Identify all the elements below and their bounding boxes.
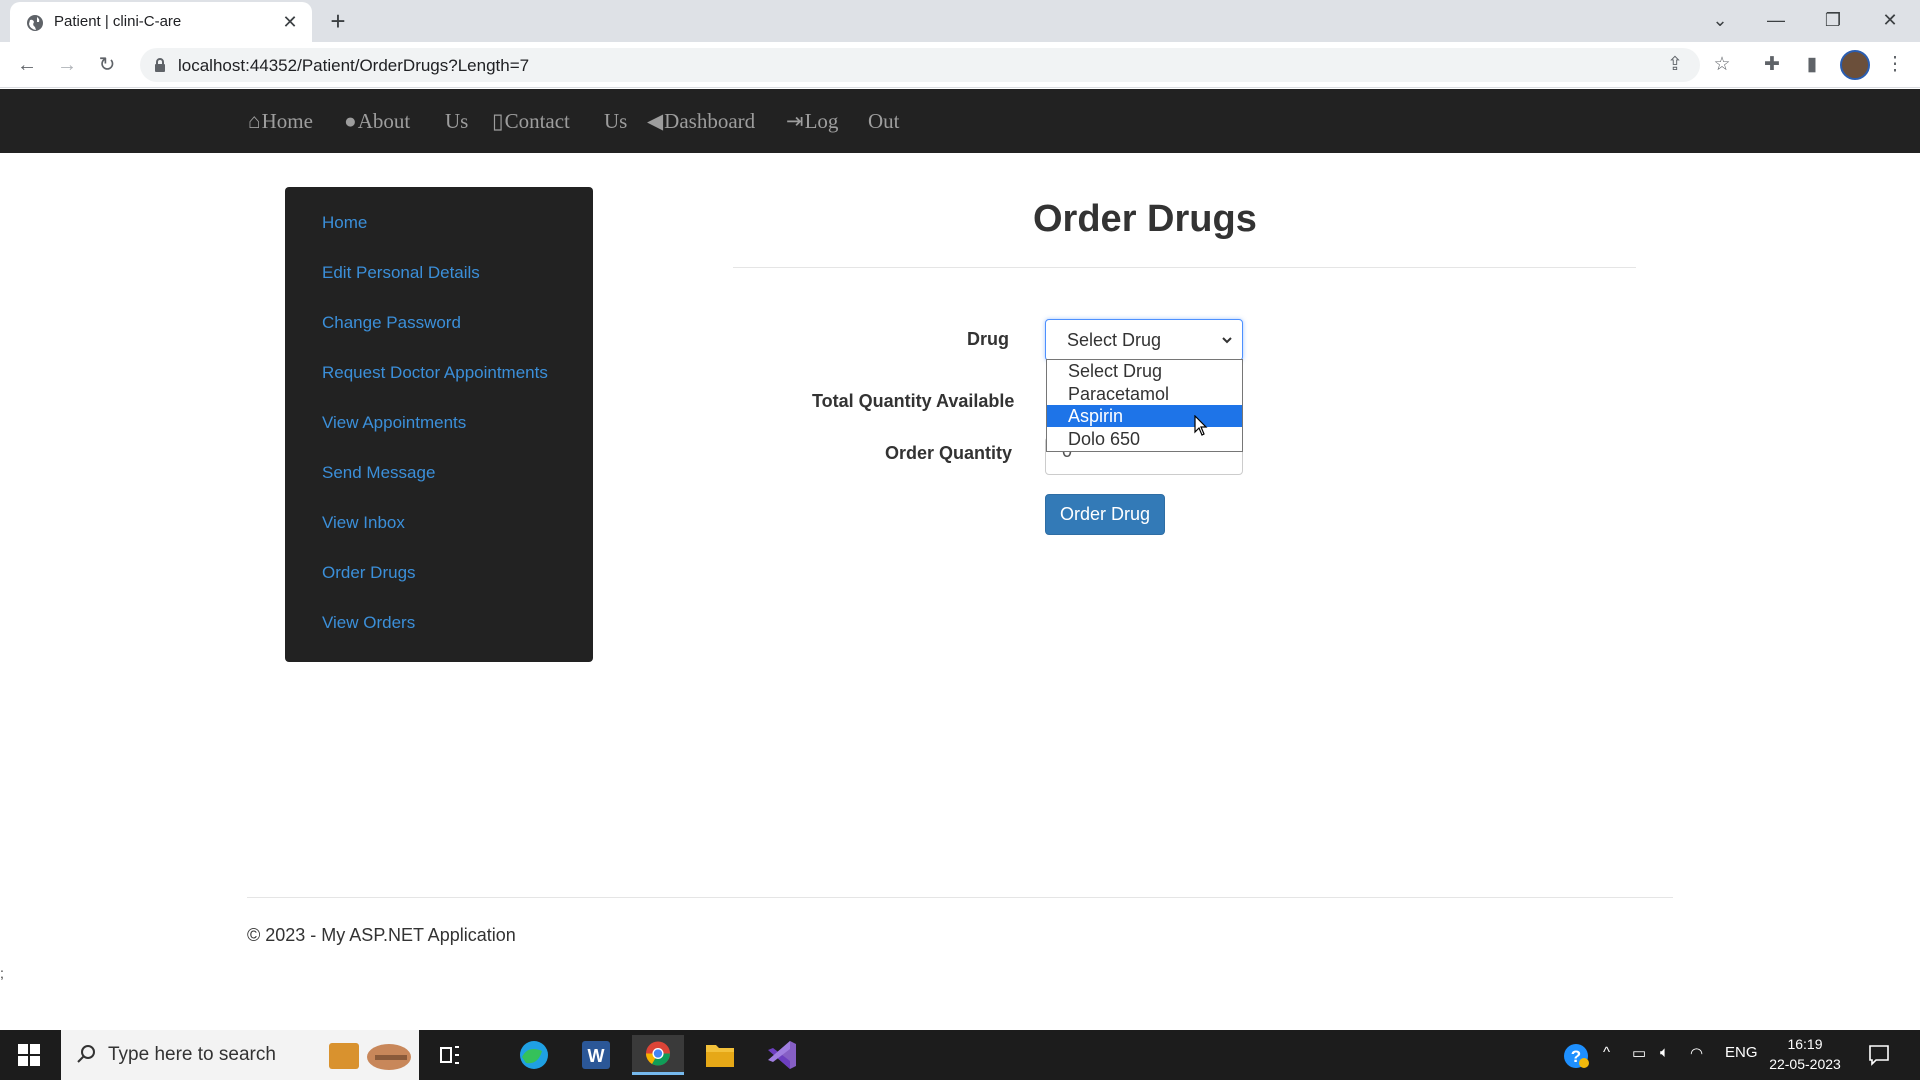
- browser-tab-strip: Patient | clini-C-are ✕ + ⌄ — ❐ ✕: [0, 0, 1920, 42]
- edge-icon[interactable]: [508, 1035, 560, 1075]
- sidebar: Home Edit Personal Details Change Passwo…: [285, 187, 593, 662]
- globe-icon: [27, 15, 43, 31]
- drug-option-aspirin[interactable]: Aspirin: [1047, 405, 1242, 427]
- close-window-icon[interactable]: ✕: [1870, 4, 1910, 36]
- nav-log[interactable]: ⇥Log: [786, 109, 838, 134]
- nav-dashboard[interactable]: ◀Dashboard: [647, 109, 755, 134]
- tray-chevron-up-icon[interactable]: ^: [1603, 1044, 1610, 1061]
- wifi-icon[interactable]: ◠: [1690, 1044, 1703, 1062]
- svg-text:W: W: [588, 1046, 605, 1066]
- logout-icon: ⇥: [786, 109, 804, 133]
- drug-option-dolo-650[interactable]: Dolo 650: [1047, 428, 1242, 450]
- search-placeholder: Type here to search: [108, 1044, 276, 1065]
- forward-icon[interactable]: →: [52, 50, 82, 80]
- drug-select[interactable]: Select Drug: [1045, 319, 1243, 361]
- globe-icon: ●: [344, 109, 357, 133]
- sidebar-item-send-message[interactable]: Send Message: [322, 463, 435, 483]
- browser-tab[interactable]: Patient | clini-C-are ✕: [10, 2, 312, 42]
- task-view-icon[interactable]: [424, 1035, 476, 1075]
- tab-title: Patient | clini-C-are: [54, 13, 182, 30]
- nav-home[interactable]: ⌂Home: [248, 109, 313, 134]
- minimize-icon[interactable]: —: [1756, 4, 1796, 36]
- browser-toolbar: ← → ↻ localhost:44352/Patient/OrderDrugs…: [0, 42, 1920, 88]
- notification-icon[interactable]: [1868, 1044, 1890, 1066]
- order-quantity-label: Order Quantity: [885, 443, 1013, 463]
- sidebar-item-edit-personal-details[interactable]: Edit Personal Details: [322, 263, 480, 283]
- nav-about-us[interactable]: Us: [445, 109, 468, 134]
- extensions-icon[interactable]: ✚: [1757, 50, 1787, 80]
- footer-divider: [247, 897, 1673, 898]
- sidebar-item-view-orders[interactable]: View Orders: [322, 613, 415, 633]
- battery-icon[interactable]: ▭: [1632, 1044, 1646, 1062]
- home-icon: ⌂: [248, 109, 261, 133]
- sidebar-item-order-drugs[interactable]: Order Drugs: [322, 563, 416, 583]
- taskbar-search-box[interactable]: Type here to search: [61, 1030, 419, 1080]
- arrow-circle-icon: ◀: [647, 109, 664, 133]
- title-divider: [733, 267, 1636, 268]
- drug-dropdown-list: Select Drug Paracetamol Aspirin Dolo 650: [1046, 359, 1243, 452]
- sidebar-item-view-appointments[interactable]: View Appointments: [322, 413, 466, 433]
- drug-option-paracetamol[interactable]: Paracetamol: [1047, 383, 1242, 405]
- address-bar[interactable]: localhost:44352/Patient/OrderDrugs?Lengt…: [140, 48, 1700, 82]
- word-icon[interactable]: W: [570, 1035, 622, 1075]
- visual-studio-icon[interactable]: [756, 1035, 808, 1075]
- order-drug-button[interactable]: Order Drug: [1045, 494, 1165, 535]
- tab-search-icon[interactable]: ⌄: [1700, 4, 1740, 36]
- chevron-down-icon: [1222, 337, 1232, 344]
- back-icon[interactable]: ←: [12, 50, 42, 80]
- drug-option-select-drug[interactable]: Select Drug: [1047, 360, 1242, 382]
- reload-icon[interactable]: ↻: [92, 50, 122, 80]
- page-title: Order Drugs: [1033, 198, 1257, 240]
- search-icon: [77, 1045, 95, 1063]
- windows-taskbar: Type here to search W ? ^ ▭ �: [0, 1030, 1920, 1080]
- browser-menu-icon[interactable]: ⋮: [1880, 50, 1910, 80]
- footer-copyright: © 2023 - My ASP.NET Application: [247, 925, 516, 945]
- file-explorer-icon[interactable]: [694, 1035, 746, 1075]
- language-indicator[interactable]: ENG: [1725, 1044, 1758, 1061]
- total-quantity-label: Total Quantity Available: [812, 391, 1015, 411]
- nav-out[interactable]: Out: [868, 109, 900, 134]
- sidebar-item-change-password[interactable]: Change Password: [322, 313, 461, 333]
- clock-date: 22-05-2023: [1769, 1056, 1841, 1072]
- share-icon[interactable]: ⇪: [1660, 50, 1690, 80]
- profile-avatar[interactable]: [1840, 50, 1870, 80]
- mouse-cursor-icon: [1194, 415, 1208, 436]
- phone-icon: ▯: [492, 109, 504, 133]
- drug-label: Drug: [967, 329, 1009, 349]
- close-tab-icon[interactable]: ✕: [278, 10, 302, 34]
- clock-time: 16:19: [1787, 1036, 1823, 1052]
- sidebar-item-home[interactable]: Home: [322, 213, 367, 233]
- nav-contact[interactable]: ▯Contact: [492, 109, 570, 134]
- sidebar-item-request-doctor-appointments[interactable]: Request Doctor Appointments: [322, 363, 548, 383]
- site-navbar: ⌂Home ●About Us ▯Contact Us ◀Dashboard ⇥…: [0, 89, 1920, 153]
- drug-select-value: Select Drug: [1067, 330, 1162, 350]
- url-text: localhost:44352/Patient/OrderDrugs?Lengt…: [178, 56, 530, 75]
- bookmark-star-icon[interactable]: ☆: [1707, 50, 1737, 80]
- new-tab-icon[interactable]: +: [324, 7, 352, 35]
- nav-about[interactable]: ●About: [344, 109, 410, 134]
- lock-icon: [155, 58, 165, 72]
- volume-icon[interactable]: 🔈︎: [1660, 1044, 1669, 1061]
- help-icon[interactable]: ?: [1563, 1043, 1589, 1069]
- stray-text: ;: [0, 965, 4, 981]
- windows-start-icon[interactable]: [18, 1044, 40, 1066]
- nav-contact-us[interactable]: Us: [604, 109, 627, 134]
- side-panel-icon[interactable]: ▮: [1797, 50, 1827, 80]
- chrome-icon[interactable]: [632, 1035, 684, 1075]
- taskbar-clock[interactable]: 16:19 22-05-2023: [1760, 1034, 1850, 1074]
- restore-icon[interactable]: ❐: [1813, 4, 1853, 36]
- search-highlight-icon: [329, 1043, 411, 1070]
- sidebar-item-view-inbox[interactable]: View Inbox: [322, 513, 405, 533]
